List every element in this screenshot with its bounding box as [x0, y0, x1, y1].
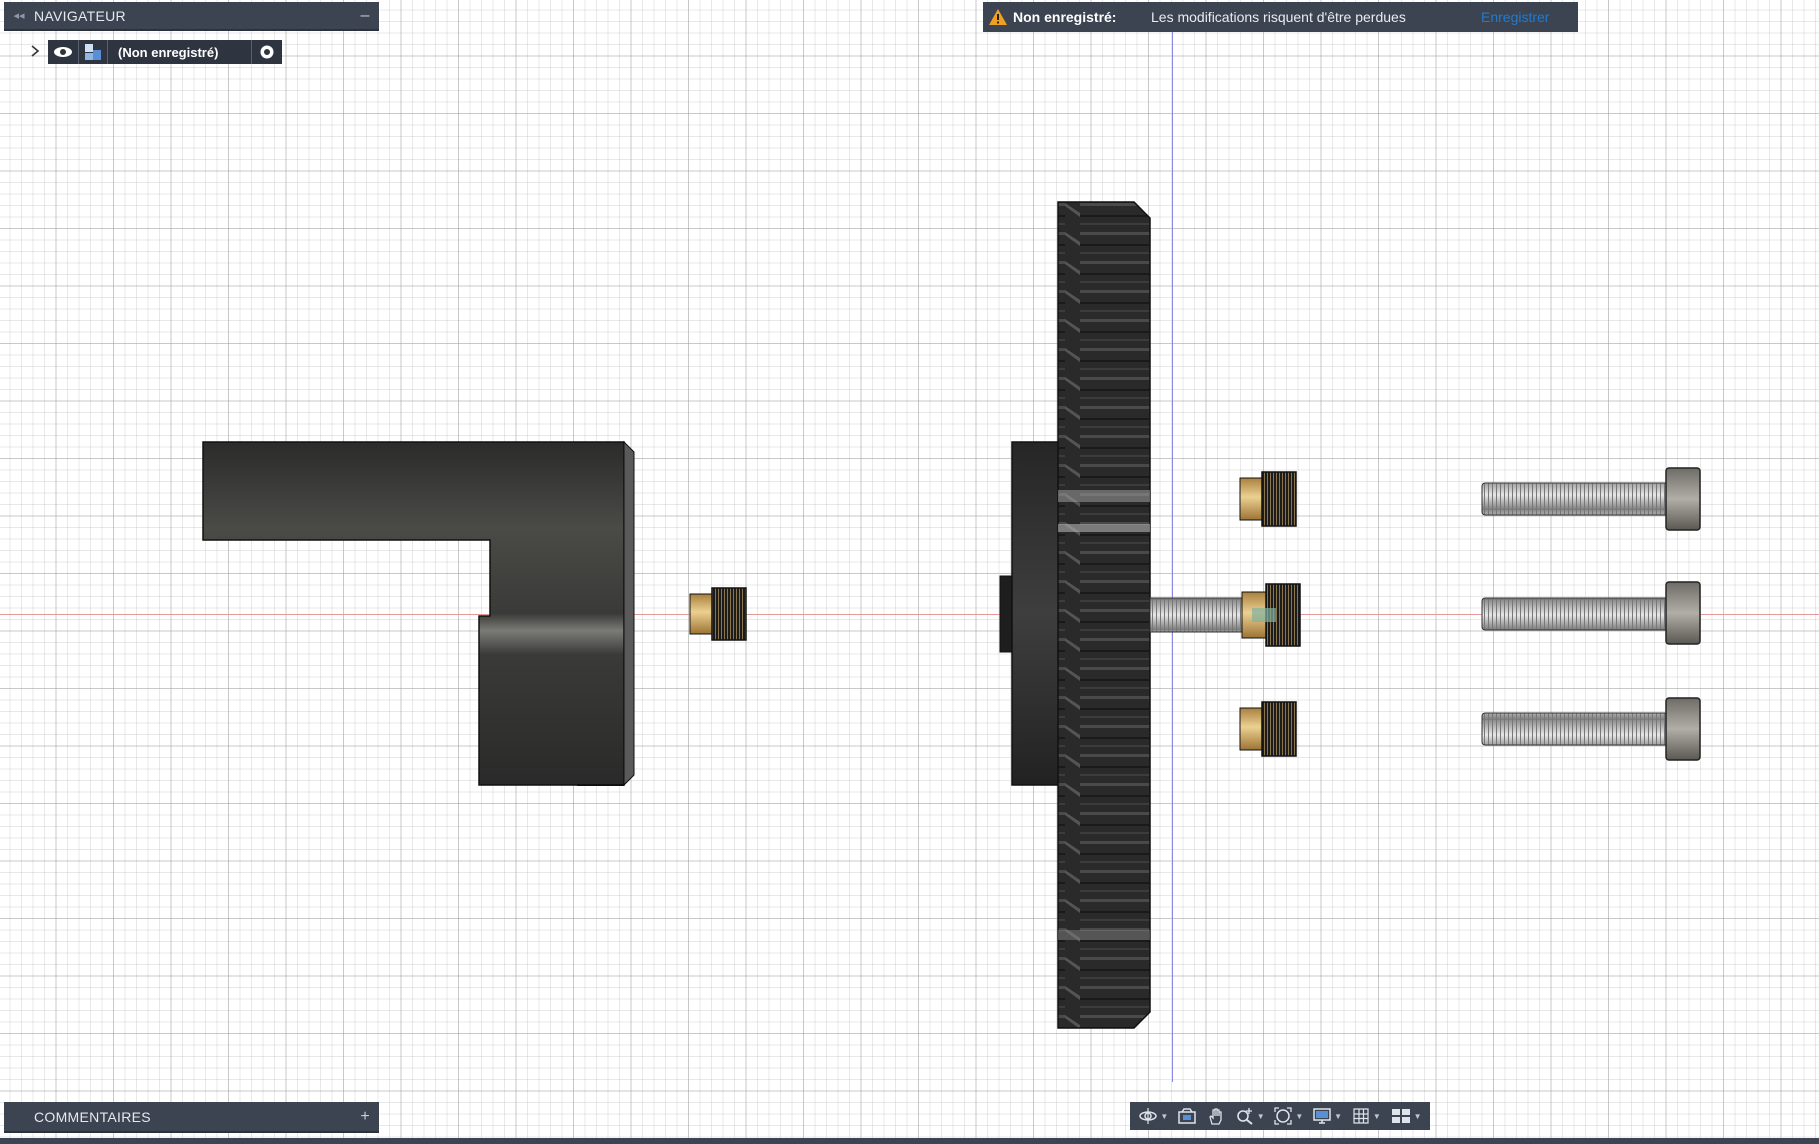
- pan-tool[interactable]: [1206, 1102, 1226, 1130]
- display-settings-tool[interactable]: ▼: [1312, 1102, 1342, 1130]
- double-chevron-left-icon[interactable]: ◂◂: [4, 9, 34, 22]
- viewports-icon: [1391, 1109, 1410, 1123]
- unsaved-message: Les modifications risquent d'être perdue…: [1151, 9, 1406, 25]
- grid-tool[interactable]: ▼: [1351, 1102, 1381, 1130]
- socket-bolt-bottom[interactable]: [1481, 697, 1701, 761]
- comments-panel-header[interactable]: COMMENTAIRES +: [4, 1102, 379, 1133]
- expand-chevron-icon[interactable]: [26, 44, 44, 60]
- root-component-label: (Non enregistré): [118, 44, 219, 60]
- orbit-icon: [1139, 1108, 1158, 1124]
- minimize-navigator-button[interactable]: –: [351, 7, 379, 25]
- socket-bolt-middle[interactable]: [1481, 581, 1701, 645]
- threaded-insert-left[interactable]: [689, 587, 747, 641]
- unsaved-banner: Non enregistré: Les modifications risque…: [983, 2, 1578, 32]
- navigator-root-row: (Non enregistré): [26, 40, 282, 64]
- display-settings-icon: [1313, 1108, 1331, 1124]
- status-bar: [0, 1138, 1819, 1144]
- activate-radio-icon[interactable]: [251, 40, 282, 64]
- navigator-root-item[interactable]: (Non enregistré): [48, 40, 282, 64]
- add-comment-button[interactable]: +: [351, 1108, 379, 1126]
- save-link[interactable]: Enregistrer: [1481, 9, 1578, 25]
- threaded-insert-bottom[interactable]: [1239, 701, 1297, 757]
- navigator-title: NAVIGATEUR: [34, 7, 126, 24]
- look-at-tool[interactable]: [1177, 1102, 1197, 1130]
- socket-bolt-top[interactable]: [1481, 467, 1701, 531]
- threaded-insert-top[interactable]: [1239, 471, 1297, 527]
- navigation-toolbar: ▼ ▼ ▼ ▼ ▼ ▼: [1130, 1102, 1430, 1130]
- warning-icon: [983, 8, 1013, 26]
- look-at-icon: [1178, 1108, 1196, 1124]
- fit-tool[interactable]: ▼: [1273, 1102, 1303, 1130]
- zoom-icon: [1236, 1108, 1253, 1125]
- viewport-canvas[interactable]: [0, 0, 1819, 1144]
- eye-icon[interactable]: [48, 46, 78, 58]
- grid-icon: [1353, 1108, 1369, 1124]
- pan-icon: [1209, 1108, 1222, 1125]
- unsaved-label: Non enregistré:: [1013, 9, 1117, 25]
- component-icon: [78, 40, 108, 64]
- zoom-tool[interactable]: ▼: [1235, 1102, 1265, 1130]
- bolt-center[interactable]: [1149, 583, 1301, 647]
- comments-title: COMMENTAIRES: [34, 1108, 151, 1125]
- viewports-tool[interactable]: ▼: [1390, 1102, 1422, 1130]
- arm-part[interactable]: [202, 440, 635, 787]
- gear-part[interactable]: [999, 201, 1151, 1029]
- navigator-panel-header: ◂◂ NAVIGATEUR –: [4, 2, 379, 31]
- fit-icon: [1274, 1107, 1293, 1125]
- orbit-tool[interactable]: ▼: [1138, 1102, 1168, 1130]
